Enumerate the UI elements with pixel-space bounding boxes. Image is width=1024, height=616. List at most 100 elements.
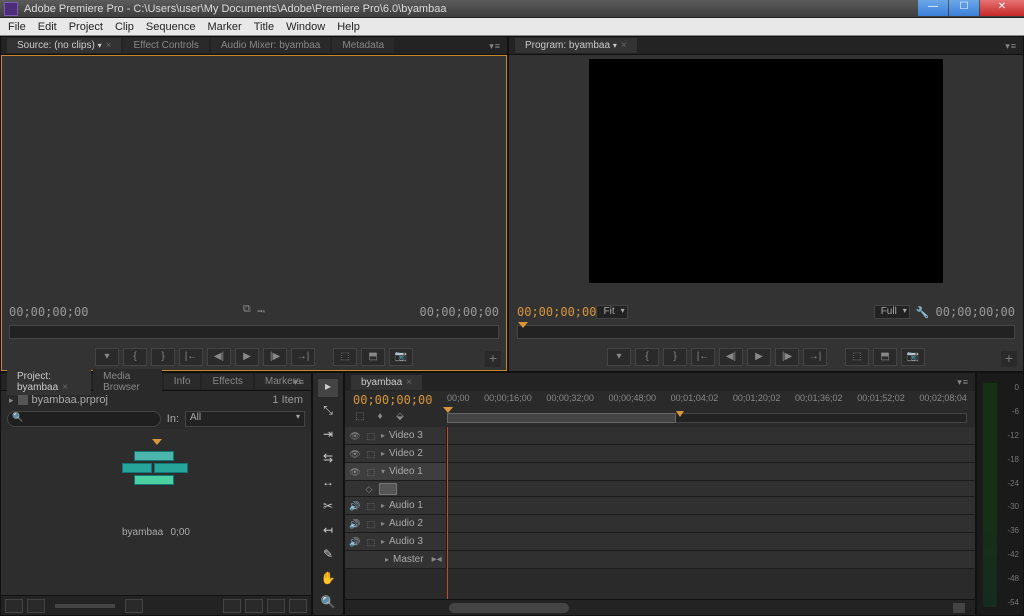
playhead-indicator[interactable] — [443, 407, 453, 413]
panel-menu-icon[interactable]: ▾≡ — [293, 377, 305, 388]
panel-menu-icon[interactable]: ▾≡ — [489, 41, 501, 52]
find-button[interactable] — [223, 599, 241, 613]
collapse-icon[interactable]: ▸ — [381, 501, 385, 510]
marker-icon[interactable]: ♦ — [373, 411, 387, 423]
ripple-edit-tool[interactable]: ⇥ — [318, 427, 338, 445]
out-point-button[interactable]: } — [151, 348, 175, 366]
pen-tool[interactable]: ✎ — [318, 547, 338, 565]
timeline-playhead-timecode[interactable]: 00;00;00;00 — [353, 393, 447, 407]
close-icon[interactable]: × — [106, 40, 112, 51]
panel-menu-icon[interactable]: ▾≡ — [957, 377, 969, 388]
track-video-3[interactable]: 👁 ⬚ ▸ Video 3 — [345, 427, 975, 445]
insert-button[interactable]: ⬚ — [333, 348, 357, 366]
tab-info[interactable]: Info — [164, 374, 201, 389]
lock-icon[interactable]: ⬚ — [365, 536, 377, 548]
extract-button[interactable]: ⬒ — [873, 348, 897, 366]
in-point-button[interactable]: { — [635, 348, 659, 366]
go-to-out-button[interactable]: →| — [291, 348, 315, 366]
close-icon[interactable]: × — [62, 382, 68, 393]
new-item-button[interactable] — [267, 599, 285, 613]
step-back-button[interactable]: ◀| — [207, 348, 231, 366]
tab-media-browser[interactable]: Media Browser — [93, 369, 162, 395]
tab-metadata[interactable]: Metadata — [332, 38, 394, 53]
program-monitor[interactable] — [509, 55, 1023, 303]
sequence-item[interactable]: byambaa 0;00 — [122, 445, 190, 538]
go-to-in-button[interactable]: |← — [179, 348, 203, 366]
program-duration-timecode[interactable]: 00;00;00;00 — [936, 305, 1015, 319]
menu-marker[interactable]: Marker — [201, 19, 247, 35]
menu-clip[interactable]: Clip — [109, 19, 140, 35]
collapse-icon[interactable]: ▾ — [381, 467, 385, 476]
overwrite-button[interactable]: ⬒ — [361, 348, 385, 366]
marker-button[interactable]: ▾ — [607, 348, 631, 366]
zoom-fit-select[interactable]: Fit — [596, 305, 627, 319]
tab-effects[interactable]: Effects — [202, 374, 252, 389]
lock-icon[interactable]: ⬚ — [365, 430, 377, 442]
chevron-down-icon[interactable]: ▾ — [613, 41, 617, 50]
collapse-icon[interactable]: ▸ — [381, 519, 385, 528]
close-icon[interactable]: × — [406, 377, 412, 388]
tab-sequence[interactable]: byambaa× — [351, 375, 422, 390]
window-minimize-button[interactable]: — — [918, 0, 948, 16]
zoom-handle[interactable] — [953, 603, 965, 613]
razor-tool[interactable]: ✂ — [318, 499, 338, 517]
rate-stretch-tool[interactable]: ↔ — [318, 475, 338, 493]
track-select-tool[interactable]: ⤡ — [318, 403, 338, 421]
selection-tool[interactable]: ▸ — [318, 379, 338, 397]
bin-view[interactable]: byambaa 0;00 — [1, 429, 311, 595]
in-point-button[interactable]: { — [123, 348, 147, 366]
tab-source[interactable]: Source: (no clips) ▾× — [7, 38, 121, 53]
slip-tool[interactable]: ↤ — [318, 523, 338, 541]
tab-effect-controls[interactable]: Effect Controls — [123, 38, 208, 53]
track-video-2[interactable]: 👁 ⬚ ▸ Video 2 — [345, 445, 975, 463]
playhead-marker[interactable] — [518, 322, 528, 328]
scroll-thumb[interactable] — [449, 603, 569, 613]
tab-program[interactable]: Program: byambaa ▾× — [515, 38, 637, 53]
filter-select[interactable]: All — [185, 411, 305, 427]
insert-icon[interactable]: ⧉ — [243, 303, 251, 322]
collapse-icon[interactable]: ▸ — [381, 431, 385, 440]
go-to-in-button[interactable]: |← — [691, 348, 715, 366]
timeline-ruler[interactable]: 00;00 00;00;16;00 00;00;32;00 00;00;48;0… — [447, 393, 967, 425]
keyframe-icon[interactable]: ◇ — [363, 483, 375, 495]
sort-button[interactable] — [125, 599, 143, 613]
step-forward-button[interactable]: |▶ — [263, 348, 287, 366]
track-audio-1[interactable]: 🔊 ⬚ ▸ Audio 1 — [345, 497, 975, 515]
program-current-timecode[interactable]: 00;00;00;00 — [517, 305, 596, 319]
lock-icon[interactable]: ⬚ — [365, 500, 377, 512]
menu-title[interactable]: Title — [248, 19, 280, 35]
tab-audio-mixer[interactable]: Audio Mixer: byambaa — [211, 38, 331, 53]
export-frame-button[interactable]: 📷 — [901, 348, 925, 366]
source-in-timecode[interactable]: 00;00;00;00 — [9, 305, 88, 319]
disclosure-icon[interactable]: ▸ — [9, 395, 14, 406]
playhead-line[interactable] — [447, 427, 448, 599]
menu-file[interactable]: File — [2, 19, 32, 35]
marker-button[interactable]: ▾ — [95, 348, 119, 366]
list-view-button[interactable] — [5, 599, 23, 613]
step-forward-button[interactable]: |▶ — [775, 348, 799, 366]
track-video-1[interactable]: 👁 ⬚ ▾ Video 1 — [345, 463, 975, 481]
collapse-icon[interactable]: ▸ — [381, 537, 385, 546]
program-scrub-bar[interactable] — [509, 321, 1023, 343]
speaker-icon[interactable]: 🔊 — [349, 536, 361, 548]
lock-icon[interactable]: ⬚ — [365, 518, 377, 530]
panel-menu-icon[interactable]: ▾≡ — [1005, 41, 1017, 52]
track-audio-3[interactable]: 🔊 ⬚ ▸ Audio 3 — [345, 533, 975, 551]
lock-icon[interactable]: ⬚ — [365, 448, 377, 460]
export-frame-button[interactable]: 📷 — [389, 348, 413, 366]
window-maximize-button[interactable]: ☐ — [949, 0, 979, 16]
menu-edit[interactable]: Edit — [32, 19, 63, 35]
resolution-select[interactable]: Full — [874, 305, 910, 319]
lift-button[interactable]: ⬚ — [845, 348, 869, 366]
thumbnail-slider[interactable] — [55, 604, 115, 608]
go-to-out-button[interactable]: →| — [803, 348, 827, 366]
work-area-end-handle[interactable] — [676, 411, 684, 417]
collapse-icon[interactable]: ▸ — [385, 555, 389, 564]
track-video-1-keyframes[interactable]: ◇ — [345, 481, 975, 497]
tab-project[interactable]: Project: byambaa× — [7, 369, 91, 395]
add-button-icon[interactable]: + — [1001, 351, 1017, 367]
close-icon[interactable]: × — [621, 40, 627, 51]
collapse-icon[interactable]: ▸ — [381, 449, 385, 458]
play-button[interactable]: ▶ — [235, 348, 259, 366]
source-out-timecode[interactable]: 00;00;00;00 — [420, 305, 499, 319]
